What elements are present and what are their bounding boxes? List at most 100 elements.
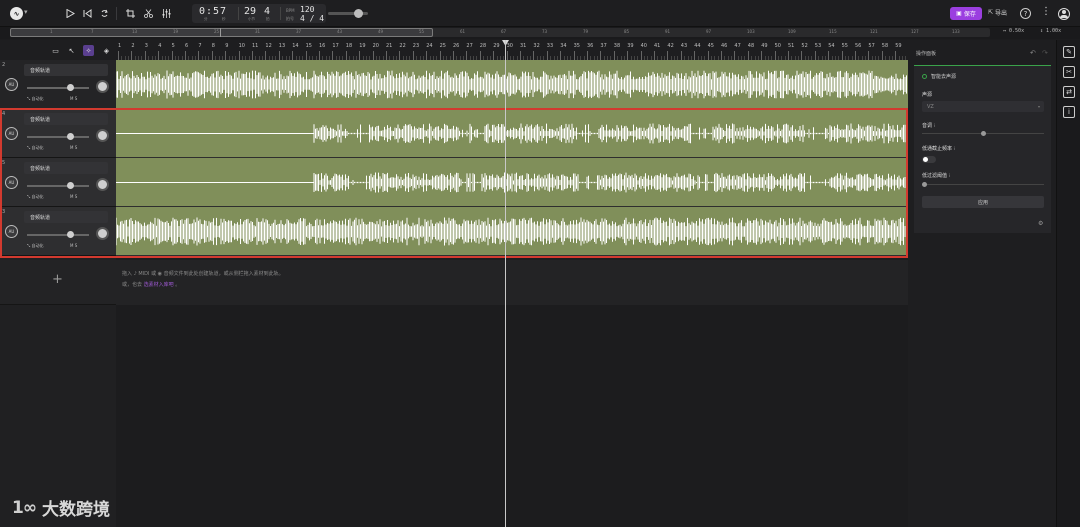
apply-button[interactable]: 应用 — [922, 196, 1044, 208]
help-icon[interactable]: ? — [1020, 8, 1031, 19]
track-header[interactable]: 3 AU 音频轨道 ⤡ 自动化 M S — [0, 207, 116, 256]
add-track-icon[interactable]: + — [52, 272, 63, 287]
track-volume-slider[interactable] — [27, 133, 89, 140]
mute-solo-buttons[interactable]: M S — [70, 194, 77, 199]
track-name[interactable]: 音频轨道 — [24, 211, 108, 223]
keyboard-icon[interactable]: ▭ — [50, 45, 61, 56]
gear-icon[interactable]: ⚙ — [1038, 220, 1043, 227]
track-pan-knob[interactable] — [96, 178, 109, 191]
drop-hint-area[interactable]: 拖入 ♪ MIDI 或 ◉ 音频文件到此处创建轨道，或从侧栏拖入素材到此轨。 或… — [116, 260, 908, 305]
skip-back-icon[interactable] — [81, 7, 94, 20]
redo-icon[interactable]: ↷ — [1042, 49, 1048, 57]
pitch-label-text: 音调 — [922, 123, 933, 129]
ruler-number: 45 — [707, 43, 714, 49]
automation-toggle[interactable]: ⤡ 自动化 — [27, 145, 43, 151]
track-name[interactable]: 音频轨道 — [24, 64, 108, 76]
track-header[interactable]: 2 AU 音频轨道 ⤡ 自动化 M S — [0, 60, 116, 109]
track-volume-knob[interactable] — [67, 231, 74, 238]
lowgain-slider-thumb[interactable] — [922, 182, 927, 187]
ruler-number: 55 — [841, 43, 848, 49]
ruler-number: 13 — [278, 43, 286, 49]
automation-toggle[interactable]: ⤡ 自动化 — [27, 96, 43, 102]
track-pan-knob[interactable] — [96, 227, 109, 240]
mute-solo-buttons[interactable]: M S — [70, 145, 77, 150]
automation-toggle[interactable]: ⤡ 自动化 — [27, 243, 43, 249]
ruler-number: 8 — [211, 43, 215, 49]
ruler-tick — [305, 51, 307, 60]
ruler-tick — [814, 51, 816, 60]
ruler-number: 11 — [252, 43, 259, 49]
ruler-tick — [747, 51, 749, 60]
ruler-number: 38 — [613, 43, 621, 49]
cursor-icon[interactable]: ↖ — [66, 45, 77, 56]
master-volume-slider[interactable] — [328, 9, 368, 18]
playhead-line[interactable] — [505, 40, 506, 527]
magic-wand-icon[interactable]: ✂ — [1063, 66, 1075, 78]
ruler-number: 16 — [319, 43, 326, 49]
audio-clip-lane[interactable] — [116, 60, 908, 109]
more-options-icon[interactable]: ⋮ — [1041, 7, 1051, 17]
info-icon[interactable]: i — [934, 123, 935, 128]
timeline-ruler[interactable]: 1 2 3 4 5 6 7 8 9 10 11 12 13 14 15 16 17 18 19 20 21 22 23 24 2… — [116, 40, 908, 60]
export-button[interactable]: ⇱ 导出 — [988, 8, 1007, 17]
track-name[interactable]: 音频轨道 — [24, 113, 108, 125]
layers-icon[interactable]: ◈ — [101, 45, 112, 56]
lowpass-toggle[interactable] — [922, 156, 936, 163]
scissors-icon[interactable] — [142, 7, 155, 20]
overview-scrollbar[interactable]: 1 7 13 19 25 31 37 43 49 55 61 67 73 79 85 91 97 103 109 11… — [0, 27, 1080, 39]
info-icon[interactable]: i — [949, 173, 950, 178]
track-volume-slider[interactable] — [27, 84, 89, 91]
mute-solo-buttons[interactable]: M S — [70, 96, 77, 101]
track-pan-knob[interactable] — [96, 80, 109, 93]
info-icon[interactable]: i — [954, 146, 955, 151]
overview-tick-label: 37 — [296, 29, 302, 34]
track-volume-knob[interactable] — [67, 182, 74, 189]
bpm-value[interactable]: 120 — [300, 5, 314, 14]
track-volume-knob[interactable] — [67, 84, 74, 91]
arrangement-area[interactable]: 拖入 ♪ MIDI 或 ◉ 音频文件到此处创建轨道，或从侧栏拖入素材到此轨。 或… — [0, 40, 908, 527]
swap-icon[interactable]: ⇄ — [1063, 86, 1075, 98]
track-header[interactable]: 4 AU 音频轨道 ⤡ 自动化 M S — [0, 109, 116, 158]
ruler-tick — [694, 51, 696, 60]
overview-visible-window[interactable] — [10, 28, 433, 37]
ruler-number: 49 — [761, 43, 768, 49]
time-signature-value[interactable]: 4 / 4 — [300, 14, 324, 23]
automation-toggle[interactable]: ⤡ 自动化 — [27, 194, 43, 200]
lowgain-slider[interactable] — [922, 182, 1044, 187]
horizontal-zoom[interactable]: ↔ 0.50x — [1003, 28, 1024, 34]
ruler-number: 41 — [654, 43, 661, 49]
track-volume-slider[interactable] — [27, 182, 89, 189]
mixer-icon[interactable] — [160, 7, 173, 20]
master-volume-knob[interactable] — [354, 9, 363, 18]
track-pan-knob[interactable] — [96, 129, 109, 142]
undo-icon[interactable]: ↶ — [1030, 49, 1036, 57]
loop-icon[interactable] — [98, 7, 111, 20]
ruler-number: 52 — [801, 43, 808, 49]
audio-clip-lane[interactable] — [116, 158, 908, 207]
vertical-zoom[interactable]: ↕ 1.00x — [1040, 28, 1061, 34]
info-icon[interactable]: i — [1063, 106, 1075, 118]
app-logo-icon[interactable]: ∿ — [10, 7, 23, 20]
track-name[interactable]: 音频轨道 — [24, 162, 108, 174]
chevron-down-icon[interactable]: ▾ — [24, 8, 28, 16]
pitch-slider[interactable] — [922, 131, 1044, 136]
save-button[interactable]: ▣ 保存 — [950, 7, 982, 20]
track-header[interactable]: 5 AU 音频轨道 ⤡ 自动化 M S — [0, 158, 116, 207]
crop-icon[interactable] — [124, 7, 137, 20]
audio-clip-lane[interactable] — [116, 207, 908, 256]
mute-solo-buttons[interactable]: M S — [70, 243, 77, 248]
ruler-number: 2 — [131, 43, 135, 49]
audio-clip-lane[interactable] — [116, 109, 908, 158]
voice-select[interactable]: VZ ▾ — [922, 101, 1044, 112]
ruler-number: 15 — [305, 43, 312, 49]
track-volume-knob[interactable] — [67, 133, 74, 140]
pitch-slider-thumb[interactable] — [981, 131, 986, 136]
add-track-area[interactable]: + — [0, 260, 116, 305]
magnet-snap-icon[interactable]: ✧ — [83, 45, 94, 56]
track-volume-slider[interactable] — [27, 231, 89, 238]
edit-icon[interactable]: ✎ — [1063, 46, 1075, 58]
play-icon[interactable] — [64, 7, 77, 20]
overview-track[interactable]: 1 7 13 19 25 31 37 43 49 55 61 67 73 79 85 91 97 103 109 11… — [10, 28, 990, 37]
user-avatar-icon[interactable] — [1058, 8, 1070, 20]
library-link[interactable]: 选素材入库吧 — [144, 282, 174, 288]
